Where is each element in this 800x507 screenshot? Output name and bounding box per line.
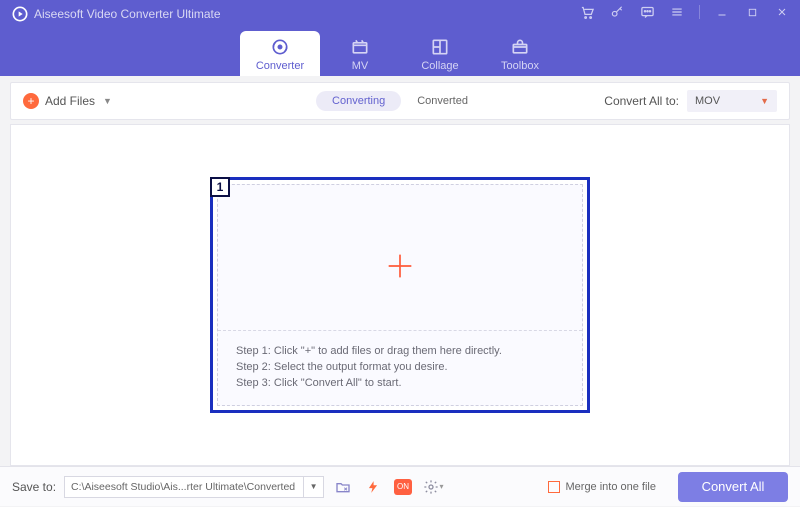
open-folder-button[interactable]: [332, 476, 354, 498]
merge-label: Merge into one file: [566, 481, 657, 493]
app-logo: Aiseesoft Video Converter Ultimate: [12, 4, 221, 24]
tab-collage[interactable]: Collage: [400, 31, 480, 76]
drop-zone[interactable]: 1 Step 1: Click "+" to add files or drag…: [210, 177, 590, 413]
add-files-label: Add Files: [45, 94, 95, 108]
chevron-down-icon: ▼: [760, 96, 769, 106]
maximize-button[interactable]: [744, 4, 760, 20]
separator: [699, 5, 700, 19]
cart-icon[interactable]: [579, 4, 595, 20]
convert-all-to-label: Convert All to:: [604, 94, 679, 108]
tab-label: Collage: [421, 60, 458, 72]
plus-icon: +: [23, 93, 39, 109]
tab-label: MV: [352, 60, 369, 72]
tab-toolbox[interactable]: Toolbox: [480, 31, 560, 76]
add-plus-icon[interactable]: [383, 249, 417, 283]
chevron-down-icon: ▼: [103, 96, 112, 106]
feedback-icon[interactable]: [639, 4, 655, 20]
settings-button[interactable]: ▾: [422, 476, 444, 498]
convert-all-button[interactable]: Convert All: [678, 472, 788, 502]
tab-mv[interactable]: MV: [320, 31, 400, 76]
toolbox-icon: [510, 37, 530, 57]
save-to-label: Save to:: [12, 480, 56, 494]
add-files-button[interactable]: + Add Files ▼: [23, 93, 112, 109]
app-title: Aiseesoft Video Converter Ultimate: [34, 7, 221, 21]
tab-converting[interactable]: Converting: [316, 91, 401, 111]
path-dropdown-button[interactable]: ▼: [304, 476, 324, 498]
step-text: Step 3: Click "Convert All" to start.: [236, 377, 564, 389]
tab-converted[interactable]: Converted: [401, 91, 484, 111]
minimize-button[interactable]: [714, 4, 730, 20]
menu-icon[interactable]: [669, 4, 685, 20]
instruction-steps: Step 1: Click "+" to add files or drag t…: [218, 330, 582, 405]
close-button[interactable]: [774, 4, 790, 20]
step-text: Step 2: Select the output format you des…: [236, 361, 564, 373]
main-tabs: Converter MV Collage Toolbox: [240, 31, 560, 76]
output-format-select[interactable]: MOV ▼: [687, 90, 777, 112]
workspace: 1 Step 1: Click "+" to add files or drag…: [10, 124, 790, 466]
format-value: MOV: [695, 95, 720, 107]
mv-icon: [350, 37, 370, 57]
save-path-field[interactable]: C:\Aiseesoft Studio\Ais...rter Ultimate\…: [64, 476, 304, 498]
merge-checkbox[interactable]: [548, 481, 560, 493]
key-icon[interactable]: [609, 4, 625, 20]
step-text: Step 1: Click "+" to add files or drag t…: [236, 345, 564, 357]
callout-badge: 1: [210, 177, 230, 197]
collage-icon: [430, 37, 450, 57]
tab-converter[interactable]: Converter: [240, 31, 320, 76]
converter-icon: [270, 37, 290, 57]
tab-label: Toolbox: [501, 60, 539, 72]
gpu-accel-toggle[interactable]: ON: [392, 476, 414, 498]
high-speed-toggle[interactable]: [362, 476, 384, 498]
tab-label: Converter: [256, 60, 304, 72]
